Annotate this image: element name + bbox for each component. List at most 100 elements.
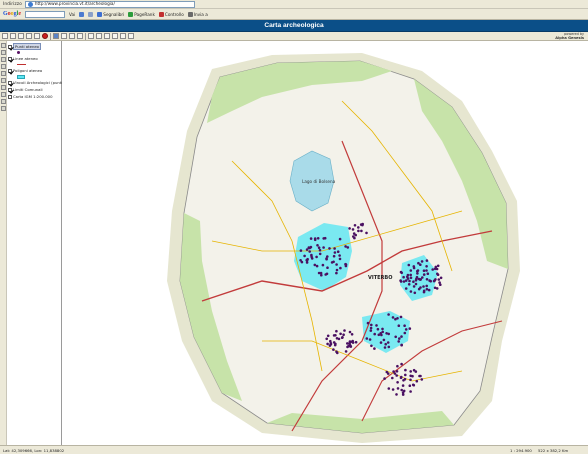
grid-icon[interactable] xyxy=(53,33,59,39)
layer-add-icon[interactable] xyxy=(26,33,32,39)
site-marker[interactable] xyxy=(335,337,339,340)
site-marker[interactable] xyxy=(409,370,413,373)
site-marker[interactable] xyxy=(403,324,406,328)
site-marker[interactable] xyxy=(383,346,387,349)
layer-checkbox[interactable] xyxy=(8,44,12,49)
site-marker[interactable] xyxy=(399,279,402,282)
site-marker[interactable] xyxy=(326,255,329,258)
site-marker[interactable] xyxy=(325,337,329,341)
site-marker[interactable] xyxy=(352,235,355,238)
site-marker[interactable] xyxy=(365,231,368,235)
layer-item[interactable]: Punti ateneo xyxy=(8,43,62,50)
site-marker[interactable] xyxy=(439,276,443,280)
zoom-in-icon[interactable] xyxy=(1,64,6,69)
site-marker[interactable] xyxy=(394,317,397,321)
site-marker[interactable] xyxy=(338,257,342,261)
spellcheck-button[interactable]: Controllo xyxy=(158,11,184,17)
site-marker[interactable] xyxy=(402,275,405,279)
site-marker[interactable] xyxy=(381,327,384,331)
site-marker[interactable] xyxy=(330,261,334,264)
site-marker[interactable] xyxy=(415,277,418,281)
site-marker[interactable] xyxy=(404,368,407,372)
next-extent-icon[interactable] xyxy=(1,106,6,111)
pointer-icon[interactable] xyxy=(1,43,6,48)
site-marker[interactable] xyxy=(361,223,364,227)
site-marker[interactable] xyxy=(412,368,416,372)
site-marker[interactable] xyxy=(344,350,348,353)
site-marker[interactable] xyxy=(353,224,357,227)
site-marker[interactable] xyxy=(322,246,325,249)
site-marker[interactable] xyxy=(403,377,407,381)
site-marker[interactable] xyxy=(354,340,358,344)
previous-extent-icon[interactable] xyxy=(1,99,6,104)
bookmarks-button[interactable]: Segnalibri xyxy=(97,11,124,17)
site-marker[interactable] xyxy=(397,340,401,343)
google-search-input[interactable] xyxy=(25,10,66,18)
site-marker[interactable] xyxy=(303,254,306,258)
site-marker[interactable] xyxy=(399,315,403,319)
site-marker[interactable] xyxy=(316,244,319,247)
site-marker[interactable] xyxy=(395,370,399,373)
zoom-window-icon[interactable] xyxy=(1,57,6,62)
site-marker[interactable] xyxy=(427,288,431,292)
site-marker[interactable] xyxy=(315,255,318,259)
site-marker[interactable] xyxy=(357,226,360,229)
site-marker[interactable] xyxy=(299,259,302,262)
full-extent-icon[interactable] xyxy=(1,92,6,97)
site-marker[interactable] xyxy=(357,229,360,233)
site-marker[interactable] xyxy=(407,263,411,267)
site-marker[interactable] xyxy=(419,286,422,289)
site-marker[interactable] xyxy=(422,289,426,293)
site-marker[interactable] xyxy=(409,269,413,272)
site-marker[interactable] xyxy=(369,329,373,332)
send-to-button[interactable]: Invia a xyxy=(187,11,208,17)
layer-item[interactable]: Vincoli Archeologici (punti) xyxy=(8,79,64,86)
site-marker[interactable] xyxy=(316,237,320,240)
site-marker[interactable] xyxy=(366,321,370,325)
site-marker[interactable] xyxy=(397,324,401,328)
site-marker[interactable] xyxy=(400,343,404,347)
layer-remove-icon[interactable] xyxy=(34,33,40,39)
site-marker[interactable] xyxy=(369,326,373,330)
layer-item[interactable]: Limiti Comunali xyxy=(8,86,62,93)
site-marker[interactable] xyxy=(409,290,413,293)
site-marker[interactable] xyxy=(328,344,332,347)
site-marker[interactable] xyxy=(332,334,336,337)
site-marker[interactable] xyxy=(392,370,395,373)
save-icon[interactable] xyxy=(18,33,24,39)
site-marker[interactable] xyxy=(426,272,430,275)
site-marker[interactable] xyxy=(344,264,348,268)
site-marker[interactable] xyxy=(375,324,378,327)
site-marker[interactable] xyxy=(412,383,416,387)
site-marker[interactable] xyxy=(373,347,376,350)
open-icon[interactable] xyxy=(10,33,16,39)
site-marker[interactable] xyxy=(365,337,369,340)
site-marker[interactable] xyxy=(425,265,428,268)
refresh-icon[interactable] xyxy=(61,33,67,39)
new-icon[interactable] xyxy=(2,33,8,39)
site-marker[interactable] xyxy=(308,250,311,253)
site-marker[interactable] xyxy=(431,268,435,271)
site-marker[interactable] xyxy=(379,341,383,344)
site-marker[interactable] xyxy=(379,332,383,335)
layer-checkbox[interactable] xyxy=(8,94,12,99)
site-marker[interactable] xyxy=(412,280,415,283)
site-marker[interactable] xyxy=(400,362,403,366)
site-marker[interactable] xyxy=(325,272,329,276)
site-marker[interactable] xyxy=(409,378,412,382)
site-marker[interactable] xyxy=(348,227,351,230)
site-marker[interactable] xyxy=(339,266,342,270)
site-marker[interactable] xyxy=(373,332,377,336)
site-marker[interactable] xyxy=(320,273,323,277)
site-marker[interactable] xyxy=(420,378,424,381)
layer-checkbox[interactable] xyxy=(8,80,12,85)
site-marker[interactable] xyxy=(350,333,354,336)
site-marker[interactable] xyxy=(399,270,403,274)
layer-item[interactable]: Poligoni ateneo xyxy=(8,67,62,74)
stop-icon[interactable] xyxy=(42,33,48,39)
site-marker[interactable] xyxy=(417,277,421,281)
site-marker[interactable] xyxy=(438,281,441,284)
site-marker[interactable] xyxy=(335,329,338,333)
select-icon[interactable] xyxy=(1,50,6,55)
site-marker[interactable] xyxy=(317,246,321,249)
